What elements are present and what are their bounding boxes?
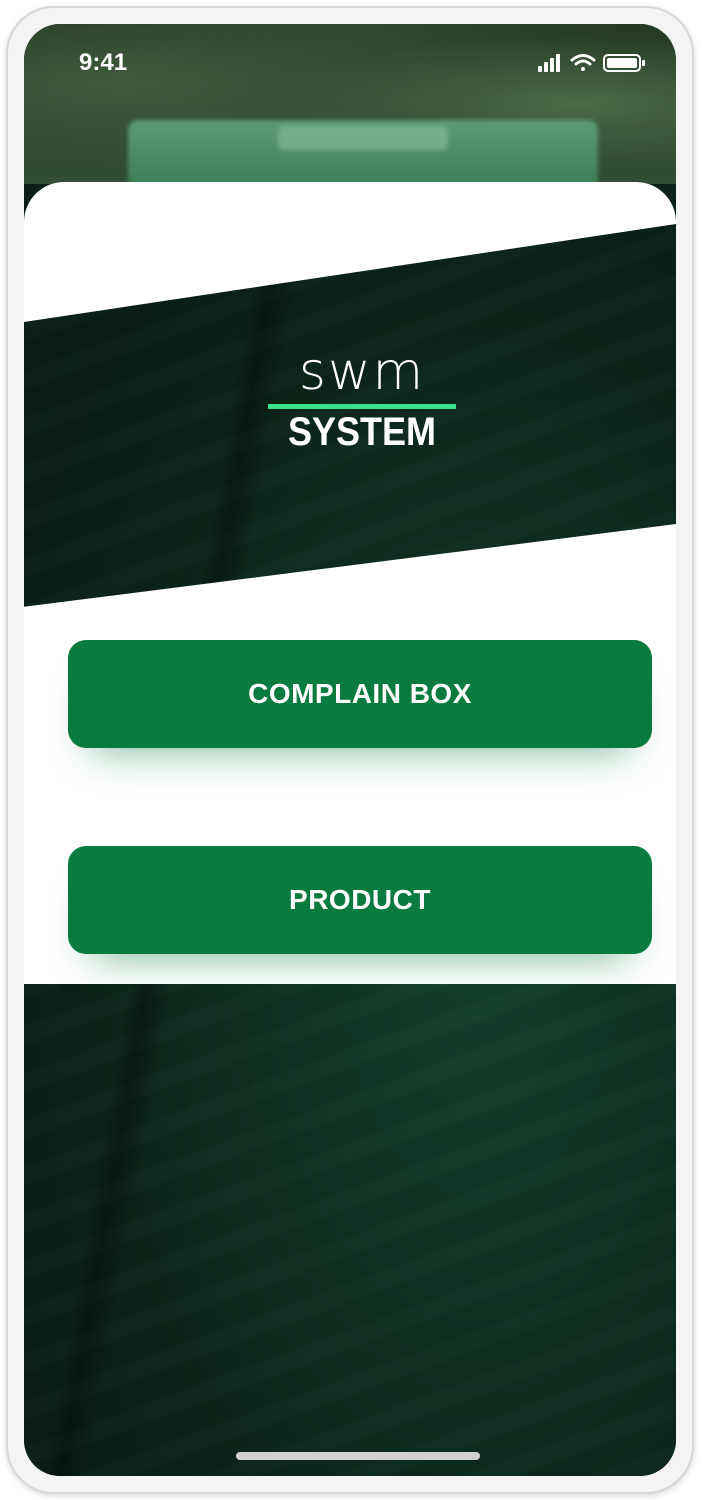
waste-bin-image: [128, 120, 598, 190]
logo-swm-text: swm: [298, 342, 426, 402]
app-screen: 9:41 swm SYSTEM COMPLAIN BOX PRODUCT: [24, 24, 676, 1476]
battery-icon: [603, 54, 645, 72]
product-button[interactable]: PRODUCT: [68, 846, 652, 954]
app-logo: swm SYSTEM: [264, 344, 460, 464]
status-time: 9:41: [79, 49, 128, 76]
phone-frame: 9:41 swm SYSTEM COMPLAIN BOX PRODUCT: [8, 8, 692, 1492]
cellular-signal-icon: [538, 54, 560, 72]
home-indicator[interactable]: [236, 1452, 480, 1460]
status-icons: [538, 52, 658, 74]
wifi-icon: [570, 54, 596, 71]
complain-box-button[interactable]: COMPLAIN BOX: [68, 640, 652, 748]
logo-system-text: SYSTEM: [287, 410, 437, 454]
